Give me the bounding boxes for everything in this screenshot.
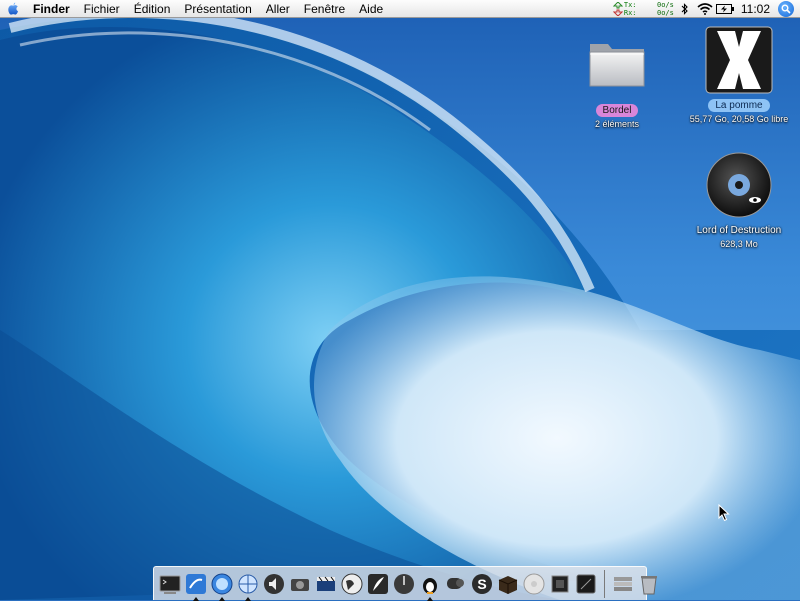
dock-network[interactable] <box>236 570 260 601</box>
menu-fenetre[interactable]: Fenêtre <box>297 0 352 18</box>
menu-app-finder[interactable]: Finder <box>26 0 77 18</box>
battery-icon[interactable] <box>715 0 735 18</box>
imovie-icon <box>317 576 335 591</box>
finder-icon <box>186 573 206 594</box>
spotlight-icon[interactable] <box>778 0 794 17</box>
dark-app-icon <box>576 574 596 593</box>
terminal-icon <box>159 575 181 594</box>
tx-label: Tx: <box>623 0 637 9</box>
dock-terminal[interactable] <box>158 570 182 598</box>
desktop-icon-info: 2 éléments <box>594 119 640 129</box>
menu-aller[interactable]: Aller <box>259 0 297 18</box>
dock-imovie[interactable] <box>314 570 338 598</box>
desktop-wallpaper <box>0 0 800 600</box>
desktop-icon-la-pomme[interactable]: La pomme 55,77 Go, 20,58 Go libre <box>684 25 794 124</box>
dock-chip[interactable] <box>548 570 572 598</box>
rx-value: 0o/s <box>657 8 674 17</box>
dock-volume[interactable] <box>262 570 286 598</box>
clock-icon <box>394 573 414 594</box>
menu-clock[interactable]: 11:02 <box>735 2 778 16</box>
trash-icon <box>641 575 657 594</box>
adium-icon <box>423 577 437 594</box>
dock-safari[interactable] <box>210 570 234 601</box>
menu-fichier[interactable]: Fichier <box>77 0 127 18</box>
menu-presentation[interactable]: Présentation <box>177 0 258 18</box>
dock-globe[interactable] <box>340 570 364 598</box>
desktop-icon-info: 55,77 Go, 20,58 Go libre <box>689 114 789 124</box>
wifi-icon[interactable] <box>695 0 715 18</box>
menu-aide[interactable]: Aide <box>352 0 390 18</box>
box-icon <box>498 575 518 594</box>
desktop-icon-info: 628,3 Mo <box>720 239 758 249</box>
ipod-icon <box>523 573 545 594</box>
dock-skype[interactable]: S <box>470 570 494 598</box>
volume-icon <box>264 573 284 594</box>
tx-value: 0o/s <box>657 0 674 9</box>
dock-ipod[interactable] <box>522 570 546 598</box>
dock-box[interactable] <box>496 570 520 598</box>
chat-icon <box>447 577 464 589</box>
dock-camera[interactable] <box>288 570 312 598</box>
svg-text:S: S <box>477 576 486 592</box>
dock-finder[interactable] <box>184 570 208 601</box>
dock: S <box>153 566 657 601</box>
safari-icon <box>211 573 233 594</box>
menu-bar: Finder Fichier Édition Présentation Alle… <box>0 0 800 18</box>
network-monitor[interactable]: Tx: 0o/s Rx: 0o/s <box>612 0 675 18</box>
network-arrows-icon <box>612 1 623 16</box>
network-icon <box>238 574 258 593</box>
dock-dark-app[interactable] <box>574 570 598 598</box>
dock-feather[interactable] <box>366 570 390 598</box>
desktop-icon-label: Bordel <box>595 104 639 117</box>
apple-icon[interactable] <box>0 0 26 18</box>
documents-stack-icon <box>614 576 632 591</box>
mouse-cursor-icon <box>718 504 730 522</box>
skype-icon: S <box>472 573 492 594</box>
dock-adium[interactable] <box>418 570 442 601</box>
camera-icon <box>291 578 309 591</box>
disc-icon <box>706 152 772 218</box>
folder-icon <box>589 44 645 87</box>
desktop-icon-lord-of-destruction[interactable]: Lord of Destruction 628,3 Mo <box>684 150 794 249</box>
dock-trash[interactable] <box>637 570 661 598</box>
bluetooth-icon[interactable] <box>675 0 695 18</box>
dock-chat[interactable] <box>444 570 468 598</box>
feather-icon <box>368 573 388 594</box>
dock-separator <box>604 569 605 598</box>
menu-edition[interactable]: Édition <box>127 0 178 18</box>
hard-drive-icon <box>705 26 773 94</box>
desktop-icon-label: La pomme <box>708 99 770 112</box>
dock-clock[interactable] <box>392 570 416 598</box>
menu-extras: Tx: 0o/s Rx: 0o/s 11:02 <box>612 0 800 18</box>
dock-documents-stack[interactable] <box>611 570 635 598</box>
desktop-icon-label: Lord of Destruction <box>696 225 782 236</box>
desktop-icon-bordel[interactable]: Bordel 2 éléments <box>562 30 672 129</box>
chip-icon <box>551 575 569 592</box>
rx-label: Rx: <box>623 8 637 17</box>
globe-icon <box>341 573 363 594</box>
